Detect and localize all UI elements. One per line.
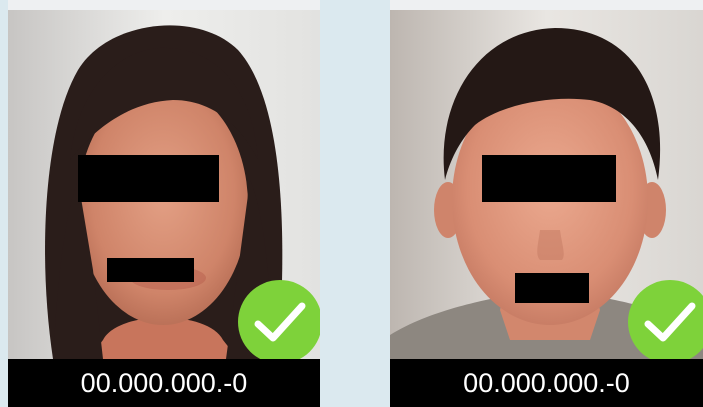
id-number-label: 00.000.000.-0: [8, 359, 320, 407]
mouth-redaction-bar: [515, 273, 589, 303]
id-number-label: 00.000.000.-0: [390, 359, 703, 407]
mouth-redaction-bar: [107, 258, 194, 282]
eyes-redaction-bar: [482, 155, 616, 202]
person-card[interactable]: 00.000.000.-0: [8, 0, 320, 407]
checkmark-verified-icon: [238, 280, 320, 364]
eyes-redaction-bar: [78, 155, 219, 202]
checkmark-verified-icon: [628, 280, 703, 364]
person-card[interactable]: 00.000.000.-0: [390, 0, 703, 407]
